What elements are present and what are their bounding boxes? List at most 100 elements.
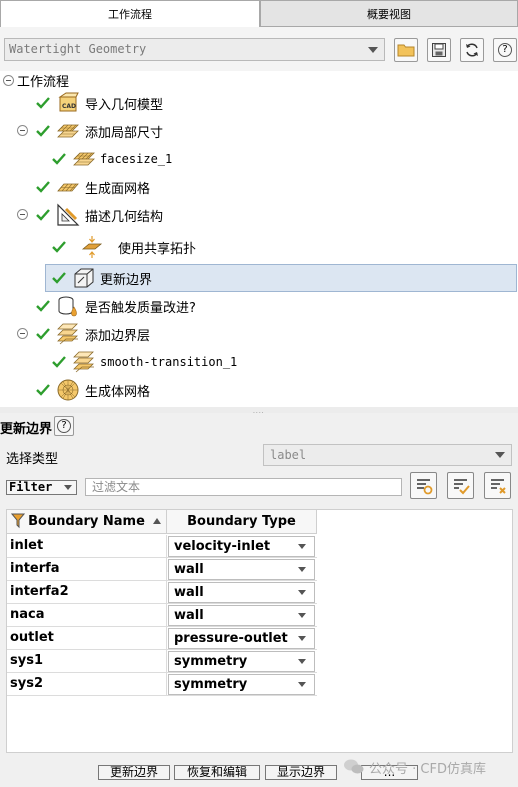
tree-item-add-local-sizing[interactable]: 添加局部尺寸 (85, 117, 163, 145)
folder-icon (397, 44, 415, 57)
save-button[interactable] (427, 38, 451, 62)
clear-selection-icon (490, 478, 506, 494)
boundary-name-cell: sys1 (7, 650, 167, 673)
tree-item-label: 添加边界层 (85, 328, 151, 344)
boundary-table: Boundary Name Boundary Type inlet velocit… (6, 509, 513, 753)
save-icon (432, 43, 446, 57)
tree-item-update-boundaries[interactable]: 更新边界 (100, 264, 152, 292)
workflow-toolbar: Watertight Geometry ? (0, 27, 518, 71)
column-header-label: Boundary Type (187, 514, 296, 529)
svg-text:CAD: CAD (62, 103, 76, 110)
watermark-text: 公众号 · CFD仿真库 (369, 761, 486, 777)
table-row[interactable]: inlet velocity-inlet (7, 535, 317, 558)
table-row[interactable]: interfa2 wall (7, 581, 317, 604)
filter-text-input[interactable]: 过滤文本 (85, 478, 402, 496)
table-row[interactable]: naca wall (7, 604, 317, 627)
boundary-name-cell: naca (7, 604, 167, 627)
volume-mesh-icon (57, 379, 79, 401)
boundary-type-value: wall (174, 585, 204, 600)
task-panel-title: 更新边界 (0, 422, 53, 437)
check-icon (36, 209, 50, 221)
clear-selection-button[interactable] (484, 472, 511, 499)
filter-apply-button[interactable] (410, 472, 437, 499)
select-all-button[interactable] (447, 472, 474, 499)
tree-item-import-geometry[interactable]: 导入几何模型 (85, 89, 163, 117)
filter-mode-select[interactable]: Filter (6, 480, 77, 495)
tree-item-share-topology[interactable]: 使用共享拓扑 (118, 233, 196, 261)
tree-item-generate-surface-mesh[interactable]: 生成面网格 (85, 173, 150, 201)
table-row[interactable]: sys1 symmetry (7, 650, 317, 673)
boundary-type-value: symmetry (174, 654, 248, 669)
workflow-type-select[interactable]: Watertight Geometry (4, 38, 385, 61)
tree-item-label: 使用共享拓扑 (118, 241, 197, 257)
boundary-name-cell: sys2 (7, 673, 167, 696)
column-header-boundary-type[interactable]: Boundary Type (167, 510, 317, 534)
boundary-type-value: wall (174, 608, 204, 623)
tab-workflow[interactable]: 工作流程 (0, 0, 260, 27)
collapse-toggle-icon[interactable] (3, 75, 14, 86)
tree-item-quality-improvement[interactable]: 是否触发质量改进? (85, 292, 196, 320)
tree-item-facesize[interactable]: facesize_1 (100, 145, 172, 173)
table-row[interactable]: outlet pressure-outlet (7, 627, 317, 650)
boundary-type-select[interactable]: wall (168, 605, 315, 626)
boundary-type-select[interactable]: symmetry (168, 651, 315, 672)
revert-and-edit-button[interactable]: 恢复和编辑 (174, 765, 260, 780)
watermark: 公众号 · CFD仿真库 (343, 757, 486, 777)
boundary-type-value: wall (174, 562, 204, 577)
check-icon (36, 328, 50, 340)
workflow-tree: 工作流程 CAD 导入几何模型 添加局部尺寸 facesize_1 生成面网格 (0, 71, 518, 407)
check-icon (36, 181, 50, 193)
collapse-toggle-icon[interactable] (17, 125, 28, 136)
boundary-name-cell: interfa (7, 558, 167, 581)
chevron-down-icon (298, 659, 306, 664)
boundary-type-value: pressure-outlet (174, 631, 288, 646)
boundary-type-select[interactable]: wall (168, 559, 315, 580)
filter-placeholder: 过滤文本 (92, 480, 141, 494)
boundary-type-select[interactable]: wall (168, 582, 315, 603)
help-icon: ? (57, 419, 71, 433)
tree-item-describe-geometry[interactable]: 描述几何结构 (85, 201, 163, 229)
boundary-name-cell: interfa2 (7, 581, 167, 604)
show-boundaries-button[interactable]: 显示边界 (265, 765, 337, 780)
select-type-dropdown[interactable]: label (263, 444, 512, 466)
boundary-name-cell: inlet (7, 535, 167, 558)
mesh-sizing-icon (57, 124, 79, 138)
tree-root-label: 工作流程 (17, 74, 70, 90)
tree-item-generate-volume-mesh[interactable]: 生成体网格 (85, 376, 150, 404)
tree-item-label: 是否触发质量改进? (85, 300, 196, 316)
open-folder-button[interactable] (394, 38, 418, 62)
tree-item-smooth-transition[interactable]: smooth-transition_1 (100, 348, 237, 376)
table-row[interactable]: interfa wall (7, 558, 317, 581)
check-icon (36, 125, 50, 137)
funnel-filter-icon[interactable] (11, 513, 25, 529)
collapse-toggle-icon[interactable] (17, 209, 28, 220)
task-help-button[interactable]: ? (54, 416, 74, 436)
chevron-down-icon (298, 544, 306, 549)
update-boundaries-button[interactable]: 更新边界 (98, 765, 170, 780)
table-row[interactable]: sys2 symmetry (7, 673, 317, 696)
chevron-down-icon (495, 452, 505, 458)
help-button[interactable]: ? (493, 38, 517, 62)
boundary-type-select[interactable]: pressure-outlet (168, 628, 315, 649)
boundary-layer-icon (57, 323, 78, 345)
update-boundaries-icon (74, 268, 94, 288)
tree-item-label: 导入几何模型 (85, 97, 164, 113)
panel-splitter[interactable]: .... (0, 407, 518, 415)
column-header-boundary-name[interactable]: Boundary Name (7, 510, 167, 534)
table-header: Boundary Name Boundary Type (7, 510, 317, 534)
boundary-type-select[interactable]: velocity-inlet (168, 536, 315, 557)
tree-root[interactable]: 工作流程 (17, 66, 69, 94)
tree-item-label: smooth-transition_1 (100, 355, 238, 369)
tab-overview[interactable]: 概要视图 (260, 0, 518, 27)
boundary-type-select[interactable]: symmetry (168, 674, 315, 695)
select-type-label: 选择类型 (6, 452, 59, 467)
collapse-toggle-icon[interactable] (17, 328, 28, 339)
check-icon (36, 97, 50, 109)
tree-item-add-boundary-layers[interactable]: 添加边界层 (85, 320, 150, 348)
cad-import-icon: CAD (58, 92, 79, 112)
chevron-down-icon (298, 682, 306, 687)
refresh-icon (466, 43, 478, 57)
chevron-down-icon (298, 613, 306, 618)
share-topology-icon (81, 236, 103, 258)
refresh-button[interactable] (460, 38, 484, 62)
